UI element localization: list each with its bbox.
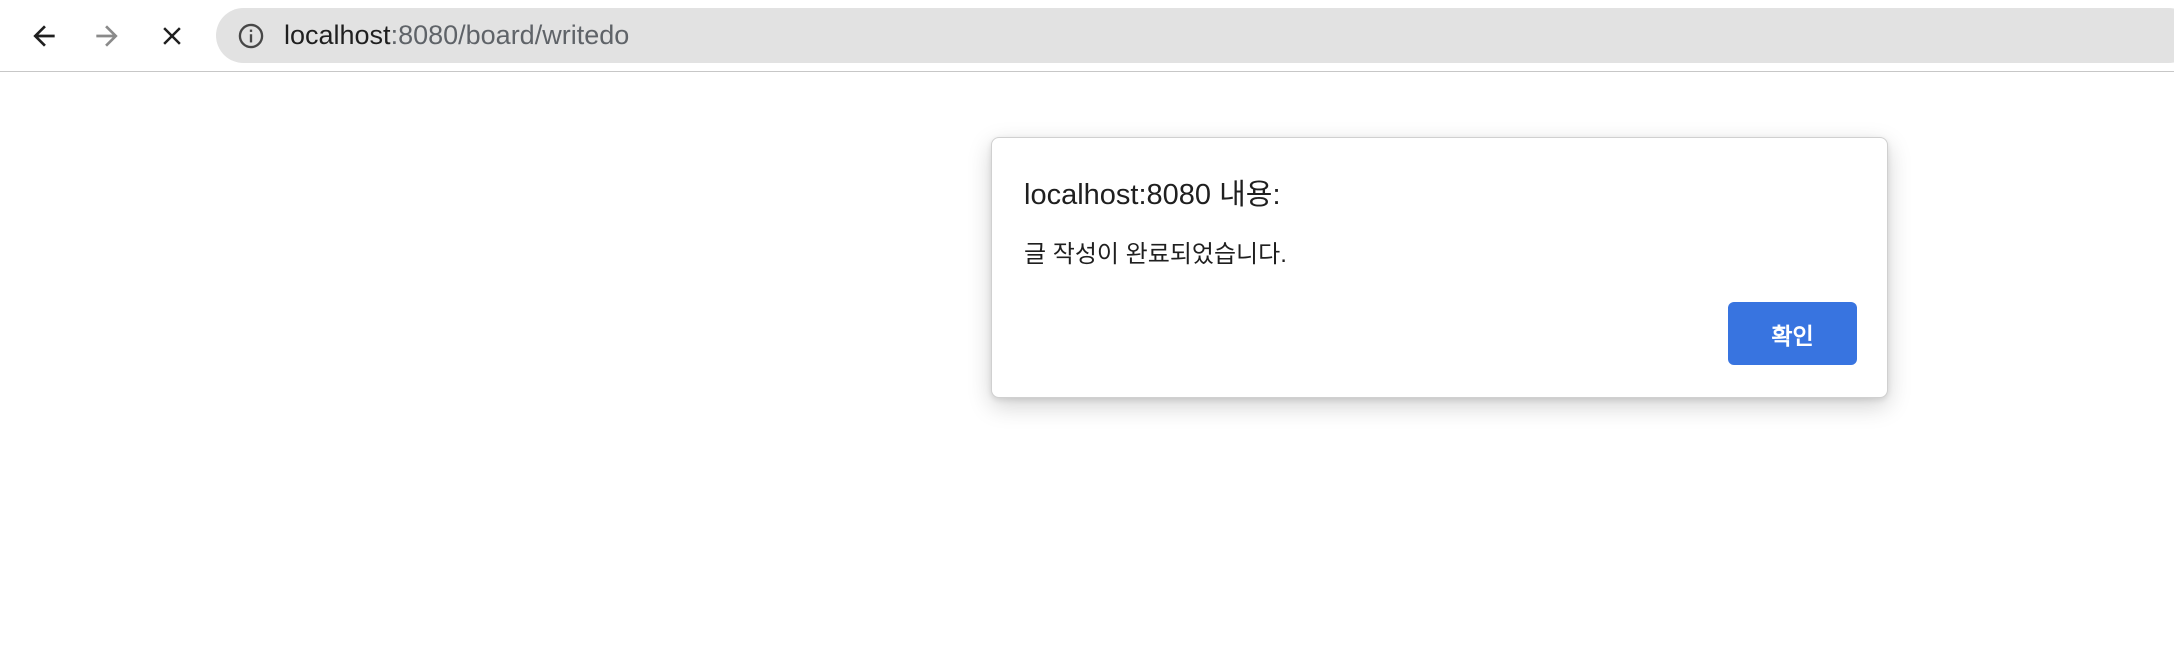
info-icon (238, 23, 264, 49)
url-text: localhost:8080/board/writedo (284, 8, 629, 63)
address-bar[interactable]: localhost:8080/board/writedo (216, 8, 2174, 63)
url-host: localhost (284, 20, 391, 50)
stop-loading-button[interactable] (148, 12, 196, 60)
browser-toolbar: localhost:8080/board/writedo (0, 0, 2174, 72)
url-path: :8080/board/writedo (390, 20, 630, 50)
page-content: localhost:8080 내용: 글 작성이 완료되었습니다. 확인 (0, 72, 2174, 655)
alert-dialog: localhost:8080 내용: 글 작성이 완료되었습니다. 확인 (991, 137, 1888, 398)
back-button[interactable] (20, 12, 68, 60)
site-info-button[interactable] (236, 21, 266, 51)
dialog-message: 글 작성이 완료되었습니다. (1024, 241, 1287, 268)
close-icon (163, 27, 181, 45)
ok-button[interactable]: 확인 (1728, 302, 1857, 365)
forward-button[interactable] (83, 12, 131, 60)
arrow-right-icon (96, 25, 118, 47)
arrow-left-icon (33, 25, 55, 47)
dialog-title: localhost:8080 내용: (1024, 179, 1281, 211)
